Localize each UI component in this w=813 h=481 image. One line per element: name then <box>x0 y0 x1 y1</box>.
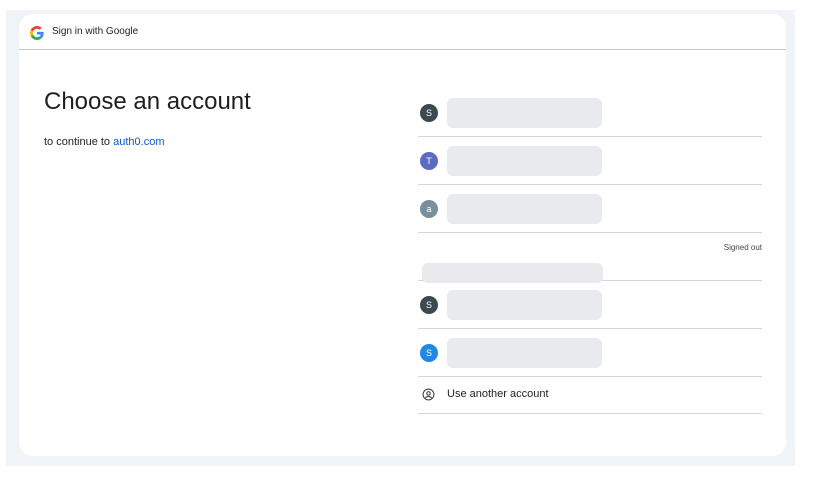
use-another-account-label: Use another account <box>447 388 549 400</box>
avatar: a <box>420 199 438 218</box>
redacted-account-info <box>447 289 602 320</box>
account-row[interactable]: a <box>418 185 762 233</box>
account-list: S T a Signed out S S Use another account <box>418 89 762 414</box>
subtitle: to continue to auth0.com <box>44 136 165 148</box>
redacted-account-info <box>447 337 602 368</box>
avatar: S <box>420 343 438 362</box>
sign-in-card: Sign in with Google Choose an account to… <box>19 14 786 456</box>
page-title: Choose an account <box>44 88 251 115</box>
google-logo-icon <box>30 26 44 40</box>
use-another-account-button[interactable]: Use another account <box>418 377 762 414</box>
avatar: S <box>420 295 438 314</box>
redacted-account-info <box>447 97 602 128</box>
avatar: T <box>420 151 438 170</box>
account-row[interactable]: S <box>418 329 762 377</box>
redacted-account-info <box>422 263 603 283</box>
account-row[interactable]: S <box>418 89 762 137</box>
redacted-account-info <box>447 145 602 176</box>
account-row[interactable]: T <box>418 137 762 185</box>
auth0-link[interactable]: auth0.com <box>113 136 164 148</box>
avatar: S <box>420 103 438 122</box>
top-bar: Sign in with Google <box>19 14 786 50</box>
subtitle-text: to continue to <box>44 136 111 148</box>
signed-out-status: Signed out <box>723 243 762 252</box>
account-row[interactable]: S <box>418 281 762 329</box>
redacted-account-info <box>447 193 602 224</box>
account-row-signed-out[interactable]: Signed out <box>418 233 762 283</box>
topbar-title: Sign in with Google <box>52 26 139 37</box>
account-circle-icon <box>422 388 435 401</box>
